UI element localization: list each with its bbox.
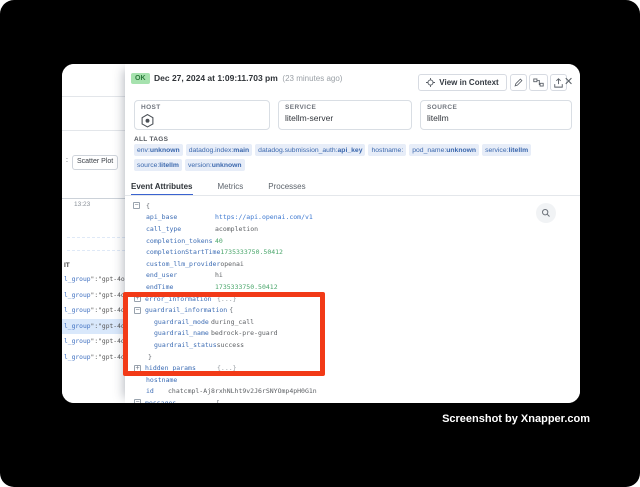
chart-axis-line — [62, 198, 125, 199]
view-in-context-label: View in Context — [439, 78, 498, 87]
tab-metrics[interactable]: Metrics — [218, 180, 244, 196]
json-row: guardrail_namebedrock-pre-guard — [125, 328, 580, 340]
relative-time: (23 minutes ago) — [280, 74, 342, 83]
service-box: SERVICE litellm-server — [278, 100, 412, 130]
json-row: +error_information{...} — [125, 293, 580, 305]
list-item[interactable]: l_group":"gpt-4o — [62, 334, 125, 350]
all-tags-label: ALL TAGS — [134, 136, 168, 143]
json-row: idchatcmpl-Aj8rxhNLht9v2J6rSNYOmp4pH0G1n — [125, 386, 580, 398]
collapse-icon[interactable]: − — [134, 307, 141, 314]
status-badge: OK — [131, 73, 150, 84]
json-row: call_typeacompletion — [125, 223, 580, 235]
scatter-plot-button[interactable]: Scatter Plot — [72, 155, 118, 170]
tag-list: env:unknowndatadog.index:maindatadog.sub… — [134, 144, 572, 171]
json-row: completion_tokens40 — [125, 235, 580, 247]
tag-pill[interactable]: datadog.submission_auth:api_key — [255, 144, 365, 156]
json-row: } — [125, 351, 580, 363]
expand-icon[interactable]: + — [134, 365, 141, 372]
json-row: custom_llm_provideropenai — [125, 258, 580, 270]
tag-pill[interactable]: hostname: — [368, 144, 406, 156]
json-row: −messages[ — [125, 397, 580, 403]
event-list: l_group":"gpt-4ol_group":"gpt-4ol_group"… — [62, 272, 125, 365]
datadog-window: : Scatter Plot 13:23 IT l_group":"gpt-4o… — [62, 64, 580, 403]
source-box: SOURCE litellm — [420, 100, 572, 130]
json-row: −{ — [125, 200, 580, 212]
json-row: guardrail_modeduring_call — [125, 316, 580, 328]
related-traces-icon — [533, 78, 544, 87]
json-row: completionStartTime1735333750.50412 — [125, 246, 580, 258]
scatter-label-prefix: : — [66, 157, 68, 164]
tag-pill[interactable]: env:unknown — [134, 144, 183, 156]
service-value: litellm-server — [285, 113, 405, 123]
related-traces-button[interactable] — [529, 74, 548, 91]
edit-button[interactable] — [510, 74, 527, 91]
row-divider — [62, 96, 125, 97]
host-box: HOST — [134, 100, 270, 130]
tag-pill[interactable]: source:litellm — [134, 159, 182, 171]
tab-event-attributes[interactable]: Event Attributes — [131, 180, 193, 196]
json-row: hostname — [125, 374, 580, 386]
view-in-context-button[interactable]: View in Context — [418, 74, 507, 91]
host-hexagon-icon — [141, 114, 263, 128]
underlying-page-strip: : Scatter Plot 13:23 IT l_group":"gpt-4o… — [62, 64, 125, 403]
scope-icon — [426, 78, 435, 87]
tag-pill[interactable]: service:litellm — [482, 144, 531, 156]
service-label: SERVICE — [285, 104, 405, 111]
screenshot-canvas: : Scatter Plot 13:23 IT l_group":"gpt-4o… — [0, 0, 640, 487]
list-item[interactable]: l_group":"gpt-4o — [62, 350, 125, 366]
expand-icon[interactable]: + — [134, 295, 141, 302]
tag-pill[interactable]: pod_name:unknown — [409, 144, 479, 156]
event-timestamp: Dec 27, 2024 at 1:09:11.703 pm (23 minut… — [154, 73, 342, 83]
time-axis-tick: 13:23 — [74, 201, 90, 208]
json-row: guardrail_statussuccess — [125, 339, 580, 351]
tag-pill[interactable]: datadog.index:main — [186, 144, 252, 156]
json-row: endTime1735333750.50412 — [125, 281, 580, 293]
list-item[interactable]: l_group":"gpt-4o — [62, 319, 125, 335]
tab-processes[interactable]: Processes — [268, 180, 305, 196]
collapse-icon[interactable]: − — [134, 399, 141, 403]
chart-gridline — [67, 237, 125, 238]
tab-bar: Event Attributes Metrics Processes — [131, 180, 306, 196]
json-row: api_basehttps://api.openai.com/v1 — [125, 212, 580, 224]
watermark: Screenshot by Xnapper.com — [442, 413, 590, 425]
timestamp-text: Dec 27, 2024 at 1:09:11.703 pm — [154, 73, 278, 83]
json-row: end_userhi — [125, 270, 580, 282]
json-row: −guardrail_information{ — [125, 304, 580, 316]
list-column-header: IT — [64, 262, 70, 269]
list-item[interactable]: l_group":"gpt-4o — [62, 303, 125, 319]
event-attributes-tree: −{api_basehttps://api.openai.com/v1call_… — [125, 200, 580, 403]
json-row: +hidden_params{...} — [125, 362, 580, 374]
tab-divider — [125, 195, 580, 196]
collapse-icon[interactable]: − — [133, 202, 140, 209]
tag-pill[interactable]: version:unknown — [185, 159, 245, 171]
source-value: litellm — [427, 113, 565, 123]
host-label: HOST — [141, 104, 263, 111]
row-divider — [62, 130, 125, 131]
export-icon — [554, 78, 563, 88]
pencil-icon — [514, 78, 523, 87]
source-label: SOURCE — [427, 104, 565, 111]
chart-gridline — [67, 250, 125, 251]
close-icon[interactable]: ✕ — [564, 75, 573, 90]
list-item[interactable]: l_group":"gpt-4o — [62, 272, 125, 288]
list-item[interactable]: l_group":"gpt-4o — [62, 288, 125, 304]
